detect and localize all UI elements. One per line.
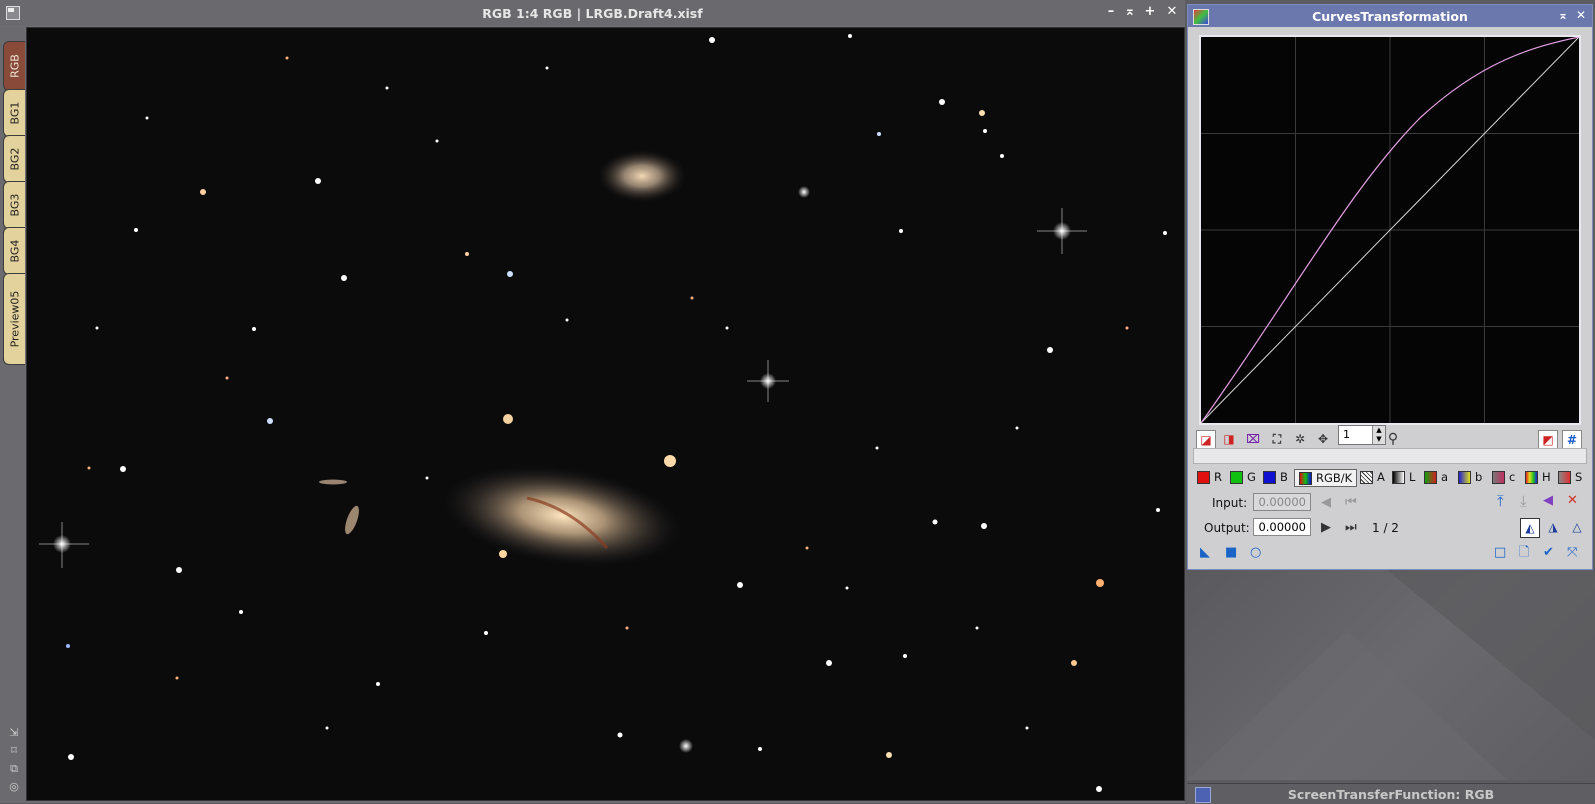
pan-icon[interactable]: ✥ <box>1314 430 1332 448</box>
galaxy-small-edge <box>319 479 347 485</box>
channel-l[interactable]: L <box>1392 469 1415 485</box>
interp-linear-icon[interactable]: △ <box>1568 518 1586 536</box>
target-icon[interactable]: ◎ <box>8 781 20 793</box>
output-label: Output: <box>1204 521 1250 535</box>
point-counter: 1 / 2 <box>1372 521 1399 535</box>
apply-icon[interactable]: ■ <box>1225 546 1237 560</box>
invert-icon[interactable]: ◀ <box>1543 494 1553 508</box>
center-icon[interactable]: ⌑ <box>8 745 20 757</box>
first-point-icon[interactable]: ⏮ <box>1345 496 1357 510</box>
workspace-background <box>1187 570 1595 780</box>
workspace-decoration <box>1187 570 1595 780</box>
edit-instance-icon[interactable]: 🗋 <box>1519 546 1529 560</box>
reset-icon[interactable]: ⤧ <box>1567 546 1577 560</box>
channel-b[interactable]: B <box>1263 469 1288 485</box>
channel-r[interactable]: R <box>1197 469 1222 485</box>
last-point-icon[interactable]: ⏭ <box>1345 521 1357 535</box>
zoom-icon[interactable]: ⚲ <box>1384 430 1402 448</box>
fit-view-icon[interactable]: ⇲ <box>8 727 20 739</box>
interp-akima-icon[interactable]: ◭ <box>1520 518 1540 538</box>
zoom-fit-icon[interactable]: ⛶ <box>1268 430 1286 448</box>
grid-toggle-icon[interactable]: # <box>1562 430 1582 450</box>
astronomical-image <box>27 28 1184 800</box>
interp-cubic-icon[interactable]: ◮ <box>1544 518 1562 536</box>
image-window-titlebar[interactable]: RGB 1:4 RGB | LRGB.Draft4.xisf – ⌅ + ✕ <box>0 0 1185 26</box>
channel-g[interactable]: G <box>1230 469 1256 485</box>
channel-h[interactable]: H <box>1525 469 1551 485</box>
channel-rgbk[interactable]: RGB/K <box>1294 469 1358 487</box>
curves-titlebar[interactable]: CurvesTransformation ⌅ ✕ <box>1188 5 1592 27</box>
move-down-icon[interactable]: ⤓ <box>1520 494 1527 509</box>
curve-plot <box>1200 36 1580 424</box>
tab-preview05[interactable]: Preview05 <box>3 273 25 365</box>
input-label: Input: <box>1212 496 1248 510</box>
shade-button[interactable]: ⌅ <box>1558 8 1568 22</box>
channel-c[interactable]: c <box>1492 469 1515 485</box>
edit-point-tool-icon[interactable]: ◪ <box>1196 430 1216 450</box>
preview-icon[interactable]: □ <box>1494 546 1506 560</box>
curves-title: CurvesTransformation <box>1312 9 1468 24</box>
prev-point-icon[interactable]: ◀ <box>1321 496 1331 510</box>
zoom-spin-arrows[interactable]: ▲ ▼ <box>1372 426 1385 444</box>
new-instance-icon[interactable]: ◣ <box>1200 546 1210 560</box>
zoom-out-icon[interactable]: ✲ <box>1291 430 1309 448</box>
input-field[interactable]: 0.00000 <box>1253 493 1311 511</box>
curves-transformation-window: CurvesTransformation ⌅ ✕ ◪ ◨ ⌧ ⛶ ✲ ✥ ⚲ ◩… <box>1187 4 1593 570</box>
ok-icon[interactable]: ✔ <box>1543 546 1554 560</box>
image-window-title: RGB 1:4 RGB | LRGB.Draft4.xisf <box>482 6 703 21</box>
tab-bg2[interactable]: BG2 <box>3 135 25 183</box>
next-point-icon[interactable]: ▶ <box>1321 521 1331 535</box>
curve-scrollbar[interactable] <box>1193 448 1587 464</box>
output-field[interactable]: 0.00000 <box>1253 518 1311 536</box>
channel-a[interactable]: A <box>1360 469 1385 485</box>
channel-b-lab[interactable]: b <box>1458 469 1482 485</box>
curve-graph[interactable] <box>1199 35 1581 425</box>
view-tabs: RGB BG1 BG2 BG3 BG4 Preview05 ⇲ ⌑ ⧉ ◎ <box>0 27 25 803</box>
zoom-value: 1 <box>1343 428 1350 441</box>
global-apply-icon[interactable]: ○ <box>1250 546 1261 560</box>
close-button[interactable]: ✕ <box>1576 8 1586 22</box>
tab-bg1[interactable]: BG1 <box>3 89 25 137</box>
stf-window-titlebar[interactable]: ScreenTransferFunction: RGB <box>1187 783 1595 804</box>
move-up-icon[interactable]: ⤒ <box>1497 494 1504 509</box>
minimize-button[interactable]: – <box>1103 4 1119 20</box>
select-point-icon[interactable]: ◨ <box>1220 430 1238 448</box>
clone-icon[interactable]: ⧉ <box>8 763 20 775</box>
tab-bg3[interactable]: BG3 <box>3 181 25 229</box>
channel-s[interactable]: S <box>1558 469 1582 485</box>
tab-rgb[interactable]: RGB <box>3 41 25 91</box>
zoom-spinbox[interactable]: 1 ▲ ▼ <box>1338 425 1386 445</box>
tab-bg4[interactable]: BG4 <box>3 227 25 275</box>
show-curve-icon[interactable]: ◩ <box>1538 430 1558 450</box>
delete-icon[interactable]: ✕ <box>1567 494 1578 508</box>
stf-title: ScreenTransferFunction: RGB <box>1287 787 1495 802</box>
image-canvas[interactable] <box>26 27 1185 801</box>
galaxy-upper <box>598 150 686 202</box>
channel-a-lab[interactable]: a <box>1424 469 1448 485</box>
close-button[interactable]: ✕ <box>1164 4 1180 20</box>
maximize-button[interactable]: + <box>1142 4 1158 20</box>
shade-button[interactable]: ⌅ <box>1122 4 1138 20</box>
delete-point-icon[interactable]: ⌧ <box>1244 430 1262 448</box>
